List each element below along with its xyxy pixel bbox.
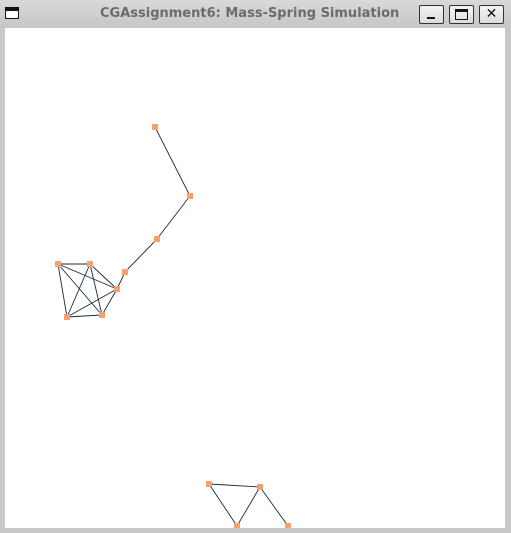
mass-point-e[interactable] <box>114 286 120 292</box>
mass-point-k[interactable] <box>257 484 263 490</box>
mass-point-i[interactable] <box>99 312 105 318</box>
window-menu-button[interactable] <box>5 7 19 19</box>
simulation-svg <box>55 124 291 528</box>
spring-c-d <box>124 238 158 273</box>
maximize-icon <box>455 9 468 20</box>
spring-j-k <box>208 483 261 488</box>
mass-point-c[interactable] <box>154 236 160 242</box>
mass-point-a[interactable] <box>152 124 158 130</box>
simulation-canvas[interactable] <box>5 28 505 528</box>
spring-f-i <box>57 263 103 316</box>
spring-k-m <box>259 486 289 527</box>
mass-point-g[interactable] <box>87 261 93 267</box>
spring-b-c <box>156 195 191 240</box>
minimize-button[interactable] <box>419 5 444 24</box>
spring-f-e <box>57 263 118 290</box>
spring-f-h <box>57 263 68 318</box>
mass-point-l[interactable] <box>234 523 240 528</box>
spring-e-h <box>66 288 118 318</box>
close-icon: ✕ <box>485 6 498 22</box>
minimize-icon <box>427 17 435 19</box>
mass-point-b[interactable] <box>187 193 193 199</box>
spring-g-i <box>89 263 103 316</box>
maximize-button[interactable] <box>449 5 474 24</box>
mass-point-f[interactable] <box>55 261 61 267</box>
window-title: CGAssignment6: Mass-Spring Simulation <box>100 6 400 21</box>
title-bar[interactable]: CGAssignment6: Mass-Spring Simulation ✕ <box>0 0 511 28</box>
spring-g-h <box>66 263 91 318</box>
mass-point-d[interactable] <box>122 269 128 275</box>
spring-h-i <box>66 314 103 318</box>
close-button[interactable]: ✕ <box>479 5 504 24</box>
spring-k-l <box>236 486 261 527</box>
mass-point-j[interactable] <box>206 481 212 487</box>
mass-point-h[interactable] <box>64 314 70 320</box>
spring-g-e <box>89 263 118 290</box>
app-window: CGAssignment6: Mass-Spring Simulation ✕ <box>0 0 511 533</box>
spring-a-b <box>154 126 191 197</box>
mass-point-m[interactable] <box>285 523 291 528</box>
spring-j-l <box>208 483 238 527</box>
